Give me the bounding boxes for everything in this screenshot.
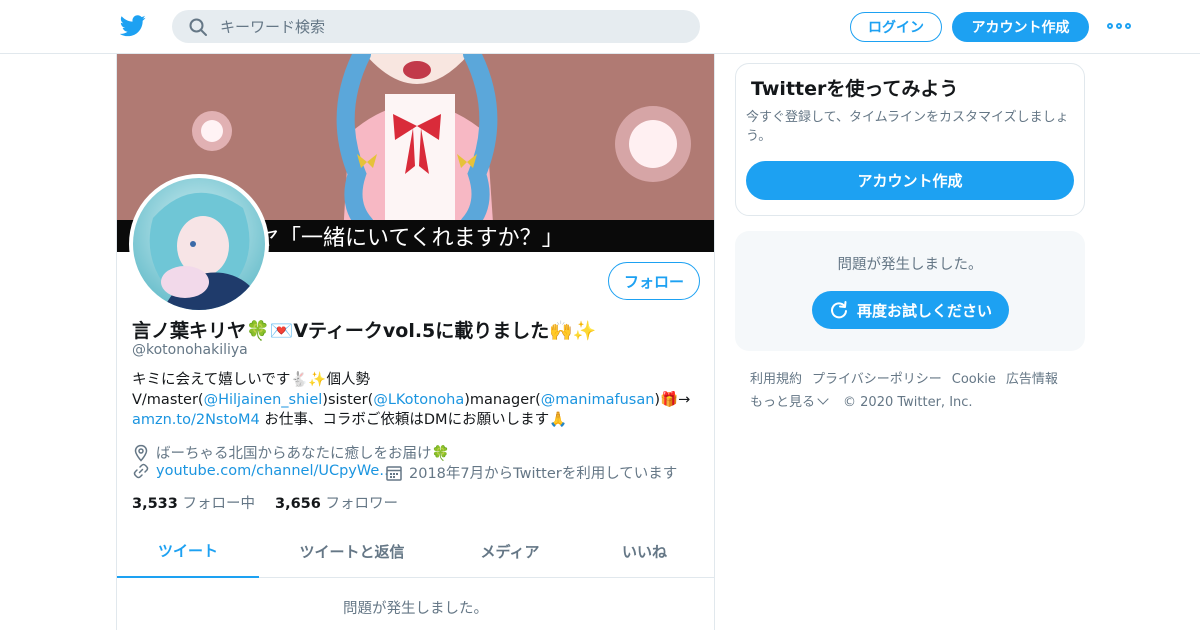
profile-stats: 3,533 フォロー中 3,656 フォロワー: [132, 492, 398, 513]
bio-text: V/master(: [132, 392, 204, 408]
sidebar-footer: 利用規約 プライバシーポリシー Cookie 広告情報 もっと見る © 2020 Twi…: [750, 368, 1080, 414]
follow-button[interactable]: フォロー: [608, 262, 700, 300]
banner-caption: ヤ「一緒にいてくれますか？」: [257, 226, 564, 251]
retry-label: 再度お試しください: [856, 301, 992, 320]
footer-link-privacy[interactable]: プライバシーポリシー: [812, 372, 942, 387]
signup-card-text: 今すぐ登録して、タイムラインをカスタマイズしましょう。: [746, 110, 1069, 144]
bio-line-1: キミに会えて嬉しいです🐇✨個人勢: [132, 372, 370, 388]
bio-text: お仕事、コラボご依頼はDMにお願いします🙏: [259, 412, 568, 428]
location-pin-icon: [134, 444, 148, 462]
footer-link-terms[interactable]: 利用規約: [750, 372, 802, 387]
login-button[interactable]: ログイン: [850, 12, 942, 42]
website-link[interactable]: youtube.com/channel/UCpyWe…: [156, 463, 394, 479]
bio-line-3: amzn.to/2NstoM4 お仕事、コラボご依頼はDMにお願いします🙏: [132, 410, 702, 430]
tab-tweets-and-replies[interactable]: ツイートと返信: [259, 524, 445, 578]
create-account-button[interactable]: アカウント作成: [746, 161, 1074, 200]
search-input[interactable]: [220, 10, 690, 43]
mention-link[interactable]: @Hiljainen_shiel: [204, 392, 323, 408]
profile-bio: キミに会えて嬉しいです🐇✨個人勢 V/master(@Hiljainen_shi…: [132, 370, 702, 430]
sidebar-error-message: 問題が発生しました。: [837, 257, 983, 273]
footer-links-row: 利用規約 プライバシーポリシー Cookie 広告情報: [750, 368, 1080, 391]
profile-website: youtube.com/channel/UCpyWe…: [132, 462, 394, 480]
refresh-icon: [831, 301, 847, 319]
sidebar-error-panel: 問題が発生しました。 再度お試しください: [735, 231, 1085, 351]
tab-likes[interactable]: いいね: [575, 524, 714, 578]
signup-card-title: Twitterを使ってみよう: [751, 78, 959, 100]
footer-link-ads[interactable]: 広告情報: [1006, 372, 1058, 387]
link-icon: [133, 463, 149, 479]
retry-button[interactable]: 再度お試しください: [812, 291, 1009, 329]
tab-media[interactable]: メディア: [445, 524, 575, 578]
bio-line-2: V/master(@Hiljainen_shiel)sister(@LKoton…: [132, 390, 702, 410]
footer-more-link[interactable]: もっと見る: [750, 393, 843, 410]
bio-text: )🎁→: [654, 392, 691, 408]
profile-avatar[interactable]: [129, 174, 269, 314]
signup-prompt-card: Twitterを使ってみよう 今すぐ登録して、タイムラインをカスタマイズしましょ…: [735, 63, 1085, 216]
calendar-icon: [386, 465, 402, 481]
bio-text: )manager(: [464, 392, 541, 408]
profile-joined-date: 2018年7月からTwitterを利用しています: [385, 462, 677, 483]
search-bar: [172, 10, 700, 43]
mention-link[interactable]: @LKotonoha: [373, 392, 464, 408]
footer-more-label: もっと見る: [750, 395, 816, 410]
search-icon: [189, 18, 207, 36]
location-text: ばーちゃる北国からあなたに癒しをお届け🍀: [156, 446, 450, 462]
following-label: フォロー中: [182, 496, 255, 512]
footer-link-cookie[interactable]: Cookie: [952, 372, 996, 387]
profile-tabs: ツイート ツイートと返信 メディア いいね: [117, 524, 714, 578]
signup-button[interactable]: アカウント作成: [952, 12, 1089, 42]
tab-tweets[interactable]: ツイート: [117, 524, 259, 578]
joined-text: 2018年7月からTwitterを利用しています: [409, 466, 678, 482]
following-count: 3,533: [132, 496, 178, 512]
followers-count: 3,656: [274, 496, 321, 512]
bio-url-link[interactable]: amzn.to/2NstoM4: [132, 412, 260, 428]
timeline-error-message: 問題が発生しました。: [343, 601, 488, 617]
followers-label: フォロワー: [325, 496, 398, 512]
profile-column: ヤ「一緒にいてくれますか？」 フォロー 言ノ葉キリヤ🍀💌Vティークvol.5に載…: [116, 54, 715, 630]
following-stat[interactable]: 3,533 フォロー中: [132, 492, 255, 513]
footer-second-row: もっと見る © 2020 Twitter, Inc.: [750, 391, 1080, 414]
mention-link[interactable]: @manimafusan: [541, 392, 655, 408]
profile-display-name: 言ノ葉キリヤ🍀💌Vティークvol.5に載りました🙌✨: [132, 320, 597, 342]
twitter-logo-icon[interactable]: [120, 14, 146, 38]
profile-location: ばーちゃる北国からあなたに癒しをお届け🍀: [132, 442, 450, 463]
more-options-icon[interactable]: [1107, 19, 1131, 33]
bio-text: )sister(: [322, 392, 374, 408]
profile-handle: @kotonohakiliya: [132, 342, 248, 358]
avatar-image: [133, 178, 265, 310]
followers-stat[interactable]: 3,656 フォロワー: [275, 492, 398, 513]
top-navigation-bar: ログイン アカウント作成: [0, 0, 1200, 54]
chevron-down-icon: [817, 393, 829, 405]
copyright-text: © 2020 Twitter, Inc.: [843, 395, 973, 410]
